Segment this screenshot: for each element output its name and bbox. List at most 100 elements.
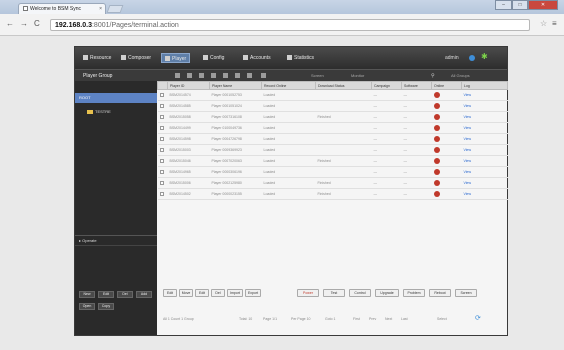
row-select-cell[interactable] [157, 166, 168, 178]
view-log-link[interactable]: View [461, 177, 508, 189]
per-page-select[interactable]: Per Page 10 [291, 313, 310, 325]
nav-resource[interactable]: Resource [83, 53, 111, 63]
row-select-cell[interactable] [157, 177, 168, 189]
tool-icon[interactable] [235, 73, 240, 78]
sidebar-copy-button[interactable]: Copy [98, 303, 114, 310]
prev-page-button[interactable]: Prev [369, 313, 376, 325]
move-button[interactable]: Move [179, 289, 193, 297]
view-log-link[interactable]: View [461, 122, 508, 134]
row-select-cell[interactable] [157, 155, 168, 167]
logout-icon[interactable]: ✱ [481, 53, 488, 61]
view-log-link[interactable]: View [461, 111, 508, 123]
table-row[interactable]: BSM2014502 Player 0000023155 Loaded Finishe… [157, 188, 508, 200]
operate-section-header[interactable]: ▸ Operate [79, 237, 97, 245]
col-header-player-id[interactable]: Player ID [167, 81, 210, 90]
tool-icon[interactable] [247, 73, 252, 78]
control-button[interactable]: Control [349, 289, 371, 297]
view-log-link[interactable]: View [461, 188, 508, 200]
tool-icon[interactable] [211, 73, 216, 78]
nav-player[interactable]: Player [161, 53, 191, 63]
row-checkbox[interactable] [159, 191, 164, 196]
col-header-player-name[interactable]: Player Name [209, 81, 262, 90]
row-select-cell[interactable] [157, 89, 168, 101]
address-bar[interactable]: 192.168.0.3:8001/Pages/terminal.action [50, 19, 530, 31]
tree-folder-item[interactable]: TESTRE [87, 109, 111, 115]
col-header-log[interactable]: Log [461, 81, 508, 90]
col-header-online[interactable]: Online [431, 81, 462, 90]
table-row[interactable]: BSM2015003 Player 0009369923 Loaded — — View [157, 144, 508, 156]
row-checkbox[interactable] [159, 136, 164, 141]
screen-toggle[interactable]: Screen [311, 72, 324, 80]
export-button[interactable]: Export [245, 289, 261, 297]
view-log-link[interactable]: View [461, 89, 508, 101]
power-button[interactable]: Power [297, 289, 319, 297]
tool-icon[interactable] [223, 73, 228, 78]
row-select-cell[interactable] [157, 100, 168, 112]
table-row[interactable]: BSM2015058 Player 0007316108 Loaded Finishe… [157, 111, 508, 123]
screen-button[interactable]: Screen [455, 289, 477, 297]
table-row[interactable]: BSM2014965 Player 0000306196 Loaded — — View [157, 166, 508, 178]
problem-button[interactable]: Problem [403, 289, 425, 297]
table-row[interactable]: BSM2014574 Player 0001052753 Loaded — — View [157, 89, 508, 101]
table-row[interactable]: BSM2014585 Player 0001051024 Loaded — — View [157, 100, 508, 112]
nav-config[interactable]: Config [203, 53, 224, 63]
import-button[interactable]: Import [227, 289, 243, 297]
row-checkbox[interactable] [159, 103, 164, 108]
row-checkbox[interactable] [159, 180, 164, 185]
edit-button[interactable]: Edit [195, 289, 209, 297]
upgrade-button[interactable]: Upgrade [375, 289, 399, 297]
goto-input[interactable]: Goto 1 [325, 313, 336, 325]
new-tab-button[interactable] [106, 5, 124, 13]
forward-icon[interactable]: → [20, 19, 28, 28]
close-window-button[interactable]: ✕ [528, 0, 558, 10]
table-row[interactable]: BSM2014598 Player 0004726798 Loaded — — View [157, 133, 508, 145]
browser-tab[interactable]: Welcome to BSM Sync × [18, 3, 106, 14]
view-log-link[interactable]: View [461, 144, 508, 156]
next-page-button[interactable]: Next [385, 313, 392, 325]
nav-statistics[interactable]: Statistics [287, 53, 314, 63]
view-log-link[interactable]: View [461, 100, 508, 112]
settings-icon[interactable] [469, 55, 475, 61]
view-log-link[interactable]: View [461, 155, 508, 167]
maximize-button[interactable]: □ [512, 0, 528, 10]
bookmark-star-icon[interactable]: ☆ [540, 19, 547, 28]
table-row[interactable]: BSM2015046 Player 0007020063 Loaded Finishe… [157, 155, 508, 167]
row-select-cell[interactable] [157, 111, 168, 123]
minimize-button[interactable]: – [495, 0, 512, 10]
sidebar-edit-button[interactable]: Edit [98, 291, 114, 298]
admin-user[interactable]: admin [445, 53, 459, 63]
table-row[interactable]: BSM2014499 Player 0100049736 Loaded — — View [157, 122, 508, 134]
sidebar-new-button[interactable]: New [79, 291, 95, 298]
reboot-button[interactable]: Reboot [429, 289, 451, 297]
tab-close-icon[interactable]: × [99, 6, 102, 12]
last-page-button[interactable]: Last [401, 313, 408, 325]
view-log-link[interactable]: View [461, 133, 508, 145]
row-checkbox[interactable] [159, 114, 164, 119]
row-checkbox[interactable] [159, 169, 164, 174]
tool-icon[interactable] [199, 73, 204, 78]
view-log-link[interactable]: View [461, 166, 508, 178]
search-icon[interactable]: ⚲ [431, 72, 435, 80]
col-header-campaign[interactable]: Campaign [371, 81, 402, 90]
col-header-download-status[interactable]: Download Status [315, 81, 372, 90]
col-header-select[interactable] [157, 81, 168, 90]
row-checkbox[interactable] [159, 125, 164, 130]
row-select-cell[interactable] [157, 133, 168, 145]
row-checkbox[interactable] [159, 147, 164, 152]
back-icon[interactable]: ← [6, 19, 14, 28]
list-icon[interactable] [187, 73, 192, 78]
col-header-record-online[interactable]: Record Online [261, 81, 316, 90]
row-checkbox[interactable] [159, 158, 164, 163]
tool-icon[interactable] [261, 73, 266, 78]
sidebar-del-button[interactable]: Del [117, 291, 133, 298]
sidebar-add-button[interactable]: Add [136, 291, 152, 298]
test-button[interactable]: Test [323, 289, 345, 297]
edit-button[interactable]: Edit [163, 289, 177, 297]
menu-icon[interactable]: ≡ [552, 19, 557, 28]
row-checkbox[interactable] [159, 92, 164, 97]
monitor-toggle[interactable]: Monitor [351, 72, 364, 80]
col-header-software[interactable]: Software [401, 81, 432, 90]
refresh-icon[interactable]: ⟳ [475, 315, 481, 323]
del-button[interactable]: Del [211, 289, 225, 297]
table-row[interactable]: BSM2015006 Player 0002125980 Loaded Finishe… [157, 177, 508, 189]
